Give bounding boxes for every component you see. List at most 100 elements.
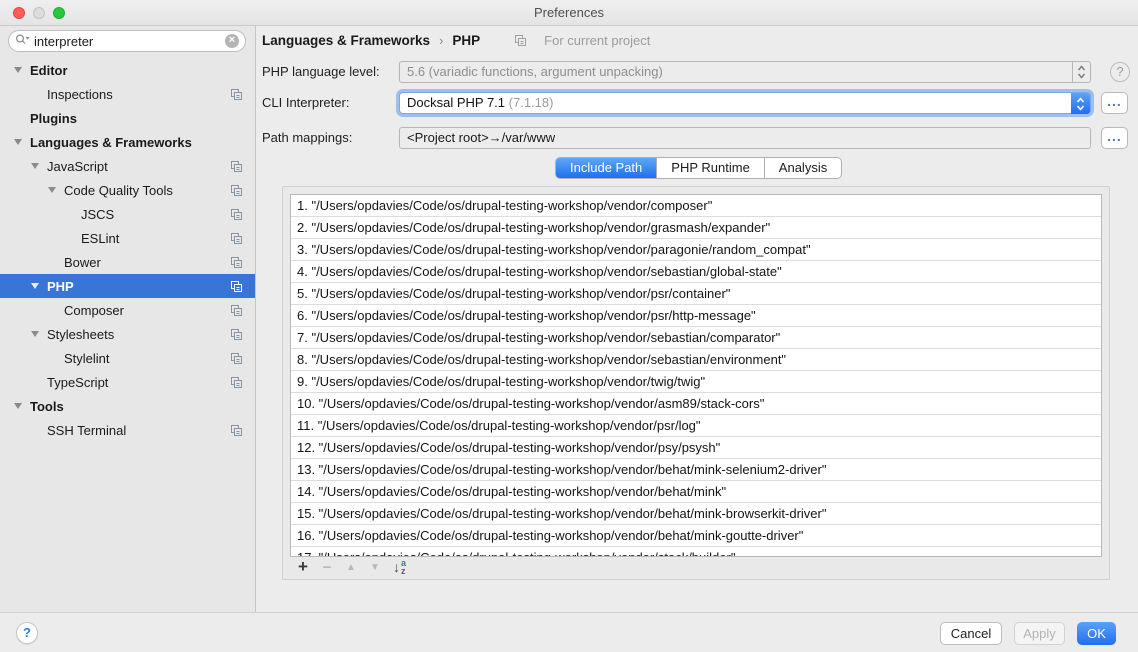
- ok-button[interactable]: OK: [1077, 622, 1116, 645]
- include-path-row[interactable]: 1. "/Users/opdavies/Code/os/drupal-testi…: [291, 195, 1101, 217]
- include-path-row[interactable]: 11. "/Users/opdavies/Code/os/drupal-test…: [291, 415, 1101, 437]
- per-project-badge-icon: [230, 160, 243, 173]
- sidebar-item-label: Languages & Frameworks: [30, 135, 192, 150]
- zoom-window-button[interactable]: [53, 7, 65, 19]
- help-button[interactable]: ?: [16, 622, 38, 644]
- sidebar-item-code-quality-tools[interactable]: Code Quality Tools: [0, 178, 255, 202]
- move-down-icon: ▼: [363, 562, 387, 573]
- remove-path-icon: −: [315, 559, 339, 576]
- per-project-badge-icon: [230, 184, 243, 197]
- sort-alphabetically-icon[interactable]: ↓ a z: [393, 559, 406, 575]
- sidebar-item-tools[interactable]: Tools: [0, 394, 255, 418]
- breadcrumb-separator: ›: [439, 33, 443, 48]
- expand-arrow-icon[interactable]: [48, 187, 56, 193]
- expand-arrow-icon[interactable]: [14, 67, 22, 73]
- cli-interpreter-browse-button[interactable]: ...: [1101, 92, 1128, 114]
- settings-tree: Editor Inspections Plugins Languages & Fram…: [0, 58, 255, 442]
- language-level-select[interactable]: 5.6 (variadic functions, argument unpack…: [399, 61, 1091, 83]
- path-mappings-field[interactable]: <Project root>→/var/www: [399, 127, 1091, 149]
- sidebar-item-label: Stylelint: [64, 351, 110, 366]
- sidebar-item-bower[interactable]: Bower: [0, 250, 255, 274]
- sidebar-item-jscs[interactable]: JSCS: [0, 202, 255, 226]
- include-path-row[interactable]: 6. "/Users/opdavies/Code/os/drupal-testi…: [291, 305, 1101, 327]
- cli-interpreter-version: (7.1.18): [509, 95, 554, 110]
- scope-indicator: For current project: [514, 33, 650, 48]
- sidebar-item-composer[interactable]: Composer: [0, 298, 255, 322]
- cli-interpreter-label: CLI Interpreter:: [262, 92, 349, 114]
- include-path-row[interactable]: 12. "/Users/opdavies/Code/os/drupal-test…: [291, 437, 1101, 459]
- clear-search-icon[interactable]: ×: [225, 34, 239, 48]
- include-path-panel: 1. "/Users/opdavies/Code/os/drupal-testi…: [282, 186, 1110, 580]
- include-path-list[interactable]: 1. "/Users/opdavies/Code/os/drupal-testi…: [290, 194, 1102, 557]
- include-path-row[interactable]: 9. "/Users/opdavies/Code/os/drupal-testi…: [291, 371, 1101, 393]
- expand-arrow-icon[interactable]: [31, 163, 39, 169]
- sidebar-item-label: Stylesheets: [47, 327, 114, 342]
- list-toolbar: + − ▲ ▼ ↓ a z: [291, 556, 406, 578]
- per-project-badge-icon: [230, 424, 243, 437]
- include-path-row[interactable]: 2. "/Users/opdavies/Code/os/drupal-testi…: [291, 217, 1101, 239]
- include-path-row[interactable]: 15. "/Users/opdavies/Code/os/drupal-test…: [291, 503, 1101, 525]
- sidebar-item-languages-frameworks[interactable]: Languages & Frameworks: [0, 130, 255, 154]
- cli-interpreter-select[interactable]: Docksal PHP 7.1 (7.1.18): [399, 92, 1091, 114]
- tab-include-path[interactable]: Include Path: [556, 158, 657, 178]
- sidebar-item-javascript[interactable]: JavaScript: [0, 154, 255, 178]
- include-path-row[interactable]: 7. "/Users/opdavies/Code/os/drupal-testi…: [291, 327, 1101, 349]
- sidebar-item-plugins[interactable]: Plugins: [0, 106, 255, 130]
- sidebar-item-eslint[interactable]: ESLint: [0, 226, 255, 250]
- search-icon: [15, 33, 30, 49]
- sidebar-item-php[interactable]: PHP: [0, 274, 255, 298]
- expand-arrow-icon[interactable]: [31, 331, 39, 337]
- sidebar-item-label: JSCS: [81, 207, 114, 222]
- sidebar-item-stylesheets[interactable]: Stylesheets: [0, 322, 255, 346]
- close-window-button[interactable]: [13, 7, 25, 19]
- sidebar-item-inspections[interactable]: Inspections: [0, 82, 255, 106]
- include-path-row[interactable]: 16. "/Users/opdavies/Code/os/drupal-test…: [291, 525, 1101, 547]
- move-up-icon: ▲: [339, 562, 363, 573]
- sidebar-item-label: PHP: [47, 279, 74, 294]
- chevron-up-down-icon[interactable]: [1071, 93, 1090, 114]
- per-project-badge-icon: [230, 208, 243, 221]
- expand-arrow-icon[interactable]: [31, 283, 39, 289]
- sidebar-item-ssh-terminal[interactable]: SSH Terminal: [0, 418, 255, 442]
- cancel-button[interactable]: Cancel: [940, 622, 1002, 645]
- search-input[interactable]: [34, 34, 225, 49]
- sidebar-item-label: Code Quality Tools: [64, 183, 173, 198]
- php-settings-tabs: Include PathPHP RuntimeAnalysis: [555, 157, 842, 179]
- per-project-badge-icon: [230, 328, 243, 341]
- chevron-up-down-icon: [1072, 62, 1090, 82]
- include-path-row[interactable]: 4. "/Users/opdavies/Code/os/drupal-testi…: [291, 261, 1101, 283]
- settings-search-field[interactable]: ×: [8, 30, 246, 52]
- sidebar-item-label: JavaScript: [47, 159, 108, 174]
- sidebar-item-typescript[interactable]: TypeScript: [0, 370, 255, 394]
- preferences-window: Preferences × Editor Inspections Plugins La…: [0, 0, 1138, 652]
- sidebar-item-label: Tools: [30, 399, 64, 414]
- help-icon[interactable]: ?: [1110, 62, 1130, 82]
- window-title: Preferences: [0, 0, 1138, 25]
- add-path-icon[interactable]: +: [291, 557, 315, 577]
- language-level-label: PHP language level:: [262, 61, 380, 83]
- sidebar-item-stylelint[interactable]: Stylelint: [0, 346, 255, 370]
- include-path-row[interactable]: 5. "/Users/opdavies/Code/os/drupal-testi…: [291, 283, 1101, 305]
- tab-analysis[interactable]: Analysis: [765, 158, 841, 178]
- sidebar-item-label: Inspections: [47, 87, 113, 102]
- expand-arrow-icon[interactable]: [14, 139, 22, 145]
- include-path-row[interactable]: 3. "/Users/opdavies/Code/os/drupal-testi…: [291, 239, 1101, 261]
- breadcrumb-languages-frameworks[interactable]: Languages & Frameworks: [262, 33, 430, 48]
- include-path-row[interactable]: 17. "/Users/opdavies/Code/os/drupal-test…: [291, 547, 1101, 557]
- breadcrumb-php: PHP: [452, 33, 480, 48]
- tab-php-runtime[interactable]: PHP Runtime: [657, 158, 765, 178]
- expand-arrow-icon[interactable]: [14, 403, 22, 409]
- sidebar-item-editor[interactable]: Editor: [0, 58, 255, 82]
- per-project-badge-icon: [230, 304, 243, 317]
- include-path-row[interactable]: 10. "/Users/opdavies/Code/os/drupal-test…: [291, 393, 1101, 415]
- language-level-value: 5.6 (variadic functions, argument unpack…: [407, 64, 663, 79]
- per-project-badge-icon: [230, 256, 243, 269]
- include-path-row[interactable]: 8. "/Users/opdavies/Code/os/drupal-testi…: [291, 349, 1101, 371]
- scope-label: For current project: [544, 33, 650, 48]
- sidebar-item-label: Editor: [30, 63, 68, 78]
- minimize-window-button: [33, 7, 45, 19]
- include-path-row[interactable]: 14. "/Users/opdavies/Code/os/drupal-test…: [291, 481, 1101, 503]
- path-mappings-browse-button[interactable]: ...: [1101, 127, 1128, 149]
- include-path-row[interactable]: 13. "/Users/opdavies/Code/os/drupal-test…: [291, 459, 1101, 481]
- per-project-badge-icon: [230, 280, 243, 293]
